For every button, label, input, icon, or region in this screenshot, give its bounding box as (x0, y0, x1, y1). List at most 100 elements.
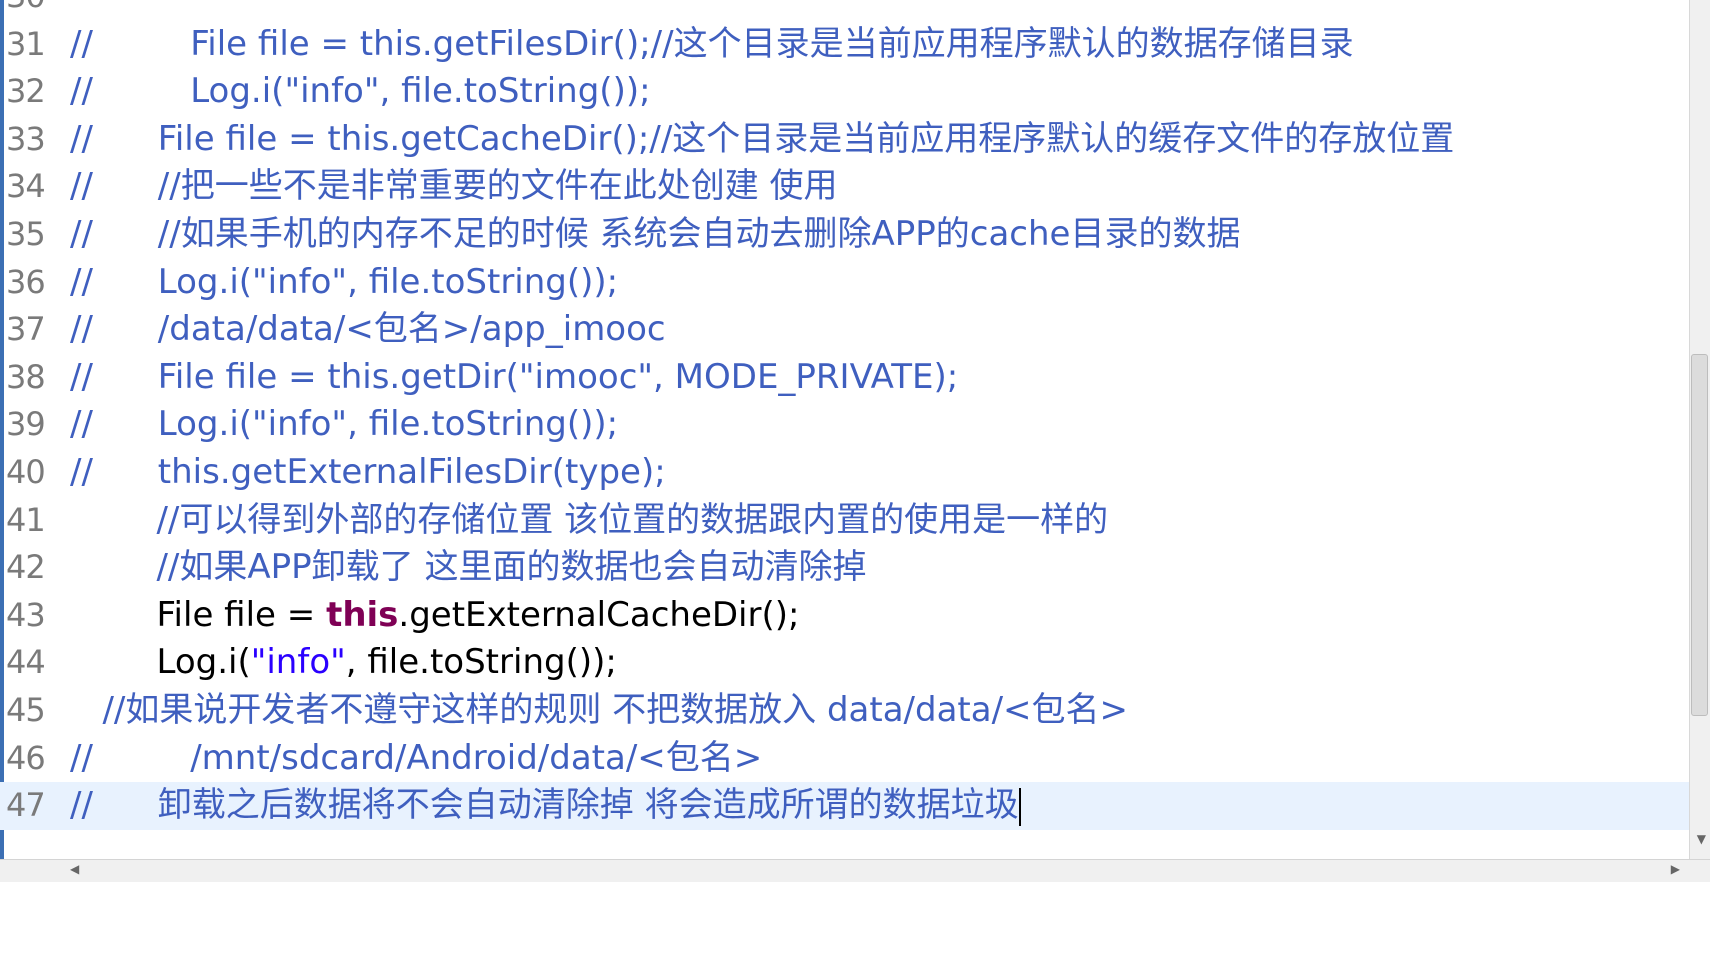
code-editor[interactable]: 30 31 // File file = this.getFilesDir();… (0, 0, 1710, 882)
code-line[interactable]: 32 // Log.i("info", file.toString()); (0, 68, 1690, 116)
comment-text: //可以得到外部的存储位置 该位置的数据跟内置的使用是一样的 (156, 499, 1109, 540)
line-number: 31 (6, 24, 46, 63)
comment-text: //把一些不是非常重要的文件在此处创建 使用 (157, 166, 838, 207)
comment-prefix: // (70, 737, 93, 778)
scroll-right-arrow-icon[interactable]: ▶ (1671, 862, 1680, 876)
line-number: 44 (6, 643, 46, 682)
code-line[interactable]: 36 // Log.i("info", file.toString()); (0, 259, 1690, 307)
line-text: // Log.i("info", file.toString()); (70, 259, 618, 307)
comment-text: //如果说开发者不遵守这样的规则 不把数据放入 data/data/<包名> (102, 689, 1129, 730)
vertical-scroll-thumb[interactable] (1691, 354, 1708, 716)
line-text: // File file = this.getFilesDir();//这个目录… (70, 21, 1354, 69)
code-line[interactable]: 44 Log.i("info", file.toString()); (0, 639, 1690, 687)
comment-text: File file = this.getFilesDir();//这个目录是当前… (190, 23, 1354, 64)
code-line[interactable]: 46 // /mnt/sdcard/Android/data/<包名> (0, 735, 1690, 783)
comment-prefix: // (70, 785, 93, 826)
code-line[interactable]: 31 // File file = this.getFilesDir();//这… (0, 21, 1690, 69)
keyword-this: this (326, 594, 399, 635)
line-number: 42 (6, 548, 46, 587)
comment-prefix: // (70, 309, 93, 350)
line-number: 36 (6, 262, 46, 301)
line-text: // 卸载之后数据将不会自动清除掉 将会造成所谓的数据垃圾 (70, 782, 1021, 830)
comment-prefix: // (70, 213, 93, 254)
code-line[interactable]: 38 // File file = this.getDir("imooc", M… (0, 354, 1690, 402)
comment-text: this.getExternalFilesDir(type); (157, 451, 666, 492)
line-text: //如果APP卸载了 这里面的数据也会自动清除掉 (70, 544, 866, 592)
code-line[interactable]: 35 // //如果手机的内存不足的时候 系统会自动去删除APP的cache目录… (0, 211, 1690, 259)
code-line[interactable]: 37 // /data/data/<包名>/app_imooc (0, 306, 1690, 354)
comment-prefix: // (70, 71, 93, 112)
code-line[interactable]: 30 (0, 0, 1690, 21)
line-text: // File file = this.getCacheDir();//这个目录… (70, 116, 1454, 164)
line-text: // /mnt/sdcard/Android/data/<包名> (70, 735, 762, 783)
line-text: //如果说开发者不遵守这样的规则 不把数据放入 data/data/<包名> (70, 687, 1128, 735)
comment-text: Log.i("info", file.toString()); (190, 71, 651, 112)
code-line-current[interactable]: 47 // 卸载之后数据将不会自动清除掉 将会造成所谓的数据垃圾 (0, 782, 1690, 830)
code-text: .getExternalCacheDir(); (398, 594, 800, 635)
line-number: 43 (6, 595, 46, 634)
comment-prefix: // (70, 166, 93, 207)
line-number: 34 (6, 167, 46, 206)
comment-text: //如果APP卸载了 这里面的数据也会自动清除掉 (156, 547, 867, 588)
line-number: 39 (6, 405, 46, 444)
line-text: // Log.i("info", file.toString()); (70, 68, 651, 116)
comment-text: File file = this.getCacheDir();//这个目录是当前… (157, 118, 1455, 159)
scroll-left-arrow-icon[interactable]: ◀ (70, 862, 79, 876)
comment-text: //如果手机的内存不足的时候 系统会自动去删除APP的cache目录的数据 (157, 213, 1241, 254)
text-cursor (1018, 787, 1021, 826)
line-number: 30 (6, 0, 56, 21)
line-text: // File file = this.getDir("imooc", MODE… (70, 354, 958, 402)
line-number: 41 (6, 500, 46, 539)
line-number: 38 (6, 357, 46, 396)
string-literal: "info" (250, 642, 346, 683)
code-line[interactable]: 42 //如果APP卸载了 这里面的数据也会自动清除掉 (0, 544, 1690, 592)
code-text: File file = (156, 594, 327, 635)
line-text: Log.i("info", file.toString()); (70, 639, 617, 687)
scroll-down-arrow-icon[interactable]: ▼ (1697, 832, 1706, 846)
comment-text: /mnt/sdcard/Android/data/<包名> (190, 737, 763, 778)
horizontal-scrollbar[interactable]: ◀ ▶ (0, 859, 1710, 882)
line-number: 40 (6, 452, 46, 491)
line-number: 32 (6, 72, 46, 111)
line-number: 35 (6, 214, 46, 253)
code-line[interactable]: 33 // File file = this.getCacheDir();//这… (0, 116, 1690, 164)
comment-prefix: // (70, 118, 93, 159)
code-line[interactable]: 45 //如果说开发者不遵守这样的规则 不把数据放入 data/data/<包名… (0, 687, 1690, 735)
code-line[interactable]: 39 // Log.i("info", file.toString()); (0, 401, 1690, 449)
code-lines[interactable]: 30 31 // File file = this.getFilesDir();… (0, 0, 1690, 830)
line-text: // //把一些不是非常重要的文件在此处创建 使用 (70, 163, 838, 211)
line-text: // this.getExternalFilesDir(type); (70, 449, 666, 497)
line-number: 46 (6, 738, 46, 777)
line-text: //可以得到外部的存储位置 该位置的数据跟内置的使用是一样的 (70, 497, 1108, 545)
comment-text: Log.i("info", file.toString()); (157, 261, 619, 302)
comment-text: Log.i("info", file.toString()); (157, 404, 619, 445)
vertical-scrollbar[interactable]: ▼ (1689, 0, 1710, 860)
code-line[interactable]: 43 File file = this.getExternalCacheDir(… (0, 592, 1690, 640)
line-text: File file = this.getExternalCacheDir(); (70, 592, 799, 640)
comment-text: /data/data/<包名>/app_imooc (157, 309, 666, 350)
code-text: , file.toString()); (345, 642, 617, 683)
code-line[interactable]: 34 // //把一些不是非常重要的文件在此处创建 使用 (0, 163, 1690, 211)
line-number: 37 (6, 310, 46, 349)
line-text: // //如果手机的内存不足的时候 系统会自动去删除APP的cache目录的数据 (70, 211, 1240, 259)
line-text: // /data/data/<包名>/app_imooc (70, 306, 666, 354)
comment-prefix: // (70, 404, 93, 445)
comment-prefix: // (70, 23, 93, 64)
code-line[interactable]: 41 //可以得到外部的存储位置 该位置的数据跟内置的使用是一样的 (0, 497, 1690, 545)
line-number: 33 (6, 119, 46, 158)
comment-text: File file = this.getDir("imooc", MODE_PR… (157, 356, 959, 397)
code-line[interactable]: 40 // this.getExternalFilesDir(type); (0, 449, 1690, 497)
